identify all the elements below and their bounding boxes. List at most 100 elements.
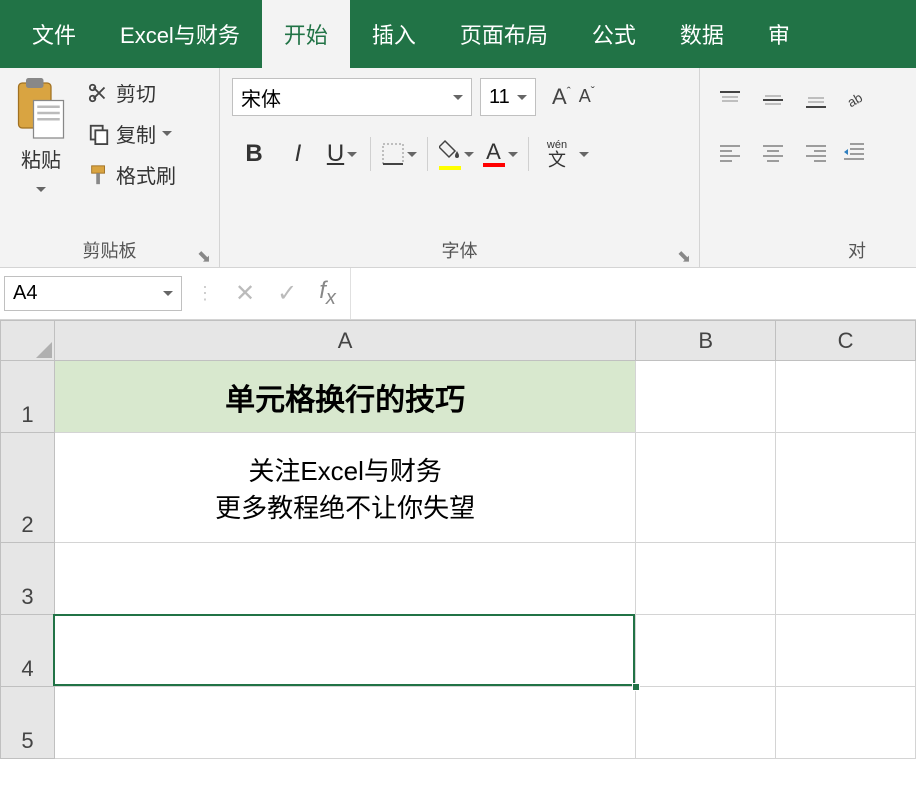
decrease-indent-icon: [842, 141, 866, 163]
caret-down-icon: ˇ: [591, 84, 595, 98]
row-header-4[interactable]: 4: [1, 615, 55, 687]
column-header-B[interactable]: B: [636, 321, 776, 361]
orientation-icon: ab: [842, 90, 866, 110]
svg-text:ab: ab: [845, 90, 865, 110]
select-all-corner[interactable]: [1, 321, 55, 361]
scissors-icon: [88, 82, 110, 104]
insert-function-button[interactable]: fx: [319, 277, 336, 310]
align-left-button[interactable]: [712, 132, 749, 172]
menu-formulas[interactable]: 公式: [570, 0, 658, 68]
menu-data[interactable]: 数据: [658, 0, 746, 68]
underline-button[interactable]: U: [320, 132, 364, 176]
phonetic-guide-button[interactable]: wén 文: [535, 132, 579, 176]
paint-bucket-icon: [439, 138, 461, 170]
cell-C2[interactable]: [776, 433, 916, 543]
row-header-2[interactable]: 2: [1, 433, 55, 543]
cell-B5[interactable]: [636, 687, 776, 759]
cell-B4[interactable]: [636, 615, 776, 687]
align-middle-button[interactable]: [755, 80, 792, 120]
copy-label: 复制: [116, 119, 156, 148]
align-right-button[interactable]: [798, 132, 835, 172]
cut-button[interactable]: 剪切: [84, 76, 180, 109]
italic-button[interactable]: I: [276, 132, 320, 176]
font-name-combo[interactable]: 宋体: [232, 78, 472, 116]
cell-C4[interactable]: [776, 615, 916, 687]
align-top-button[interactable]: [712, 80, 749, 120]
font-size-value: 11: [489, 86, 510, 109]
chevron-down-icon: [464, 152, 474, 157]
font-color-button[interactable]: A: [478, 132, 522, 176]
chevron-down-icon[interactable]: [579, 152, 589, 157]
dialog-launcher-icon[interactable]: ⬊: [677, 247, 691, 261]
enter-formula-button[interactable]: ✓: [277, 279, 297, 308]
column-header-C[interactable]: C: [776, 321, 916, 361]
cell-A2-line2: 更多教程绝不让你失望: [59, 488, 631, 525]
font-size-combo[interactable]: 11: [480, 78, 536, 116]
menu-home[interactable]: 开始: [262, 0, 350, 68]
cell-C5[interactable]: [776, 687, 916, 759]
align-top-icon: [718, 90, 742, 110]
row-header-3[interactable]: 3: [1, 543, 55, 615]
name-box[interactable]: A4: [4, 276, 182, 311]
chevron-down-icon: [517, 95, 527, 100]
chevron-down-icon: [453, 95, 463, 100]
cell-B3[interactable]: [636, 543, 776, 615]
border-icon: [382, 143, 404, 165]
increase-font-button[interactable]: Aˆ: [552, 84, 571, 110]
menu-custom[interactable]: Excel与财务: [98, 0, 262, 68]
separator: [528, 137, 529, 171]
menu-review[interactable]: 审: [746, 0, 812, 68]
ribbon-group-font: 宋体 11 Aˆ Aˇ B I U: [220, 68, 700, 267]
cell-C1[interactable]: [776, 361, 916, 433]
font-name-value: 宋体: [241, 83, 281, 112]
cell-A1[interactable]: 单元格换行的技巧: [54, 361, 635, 433]
caret-up-icon: ˆ: [567, 85, 571, 99]
formula-input[interactable]: [350, 268, 916, 319]
bold-button[interactable]: B: [232, 132, 276, 176]
spreadsheet-grid: A B C 1 单元格换行的技巧 2 关注Excel与财务 更多教程绝不让你失望…: [0, 320, 916, 759]
row-header-5[interactable]: 5: [1, 687, 55, 759]
cell-A4[interactable]: [54, 615, 635, 687]
font-color-icon: A: [483, 141, 505, 167]
menu-bar: 文件 Excel与财务 开始 插入 页面布局 公式 数据 审: [0, 0, 916, 68]
row-header-1[interactable]: 1: [1, 361, 55, 433]
name-box-value: A4: [13, 282, 37, 305]
orientation-button[interactable]: ab: [840, 80, 868, 120]
menu-insert[interactable]: 插入: [350, 0, 438, 68]
font-group-label: 字体: [442, 241, 478, 261]
format-painter-label: 格式刷: [116, 160, 176, 189]
border-button[interactable]: [377, 132, 421, 176]
format-painter-icon: [88, 164, 110, 186]
column-header-A[interactable]: A: [54, 321, 635, 361]
chevron-down-icon: [163, 291, 173, 296]
menu-page-layout[interactable]: 页面布局: [438, 0, 570, 68]
cancel-formula-button[interactable]: ✕: [235, 279, 255, 308]
chevron-down-icon: [407, 152, 417, 157]
cell-A2[interactable]: 关注Excel与财务 更多教程绝不让你失望: [54, 433, 635, 543]
alignment-group-label: 对: [848, 241, 866, 261]
paste-icon: [16, 78, 66, 138]
copy-button[interactable]: 复制: [84, 117, 180, 150]
separator: [370, 137, 371, 171]
fill-handle[interactable]: [632, 683, 640, 691]
menu-file[interactable]: 文件: [10, 0, 98, 68]
paste-label: 粘贴: [21, 144, 61, 173]
chevron-down-icon: [162, 131, 172, 136]
align-bottom-button[interactable]: [798, 80, 835, 120]
cell-A3[interactable]: [54, 543, 635, 615]
cell-A5[interactable]: [54, 687, 635, 759]
cell-B1[interactable]: [636, 361, 776, 433]
cell-B2[interactable]: [636, 433, 776, 543]
fill-color-button[interactable]: [434, 132, 478, 176]
align-center-button[interactable]: [755, 132, 792, 172]
decrease-indent-button[interactable]: [840, 132, 868, 172]
clipboard-group-label: 剪贴板: [83, 241, 137, 261]
chevron-down-icon: [508, 152, 518, 157]
cell-C3[interactable]: [776, 543, 916, 615]
paste-button[interactable]: 粘贴: [6, 74, 76, 233]
dialog-launcher-icon[interactable]: ⬊: [197, 247, 211, 261]
decrease-font-button[interactable]: Aˇ: [579, 84, 595, 110]
format-painter-button[interactable]: 格式刷: [84, 158, 180, 191]
align-left-icon: [718, 142, 742, 162]
ribbon: 粘贴 剪切 复制 格式刷 剪贴板 ⬊: [0, 68, 916, 268]
